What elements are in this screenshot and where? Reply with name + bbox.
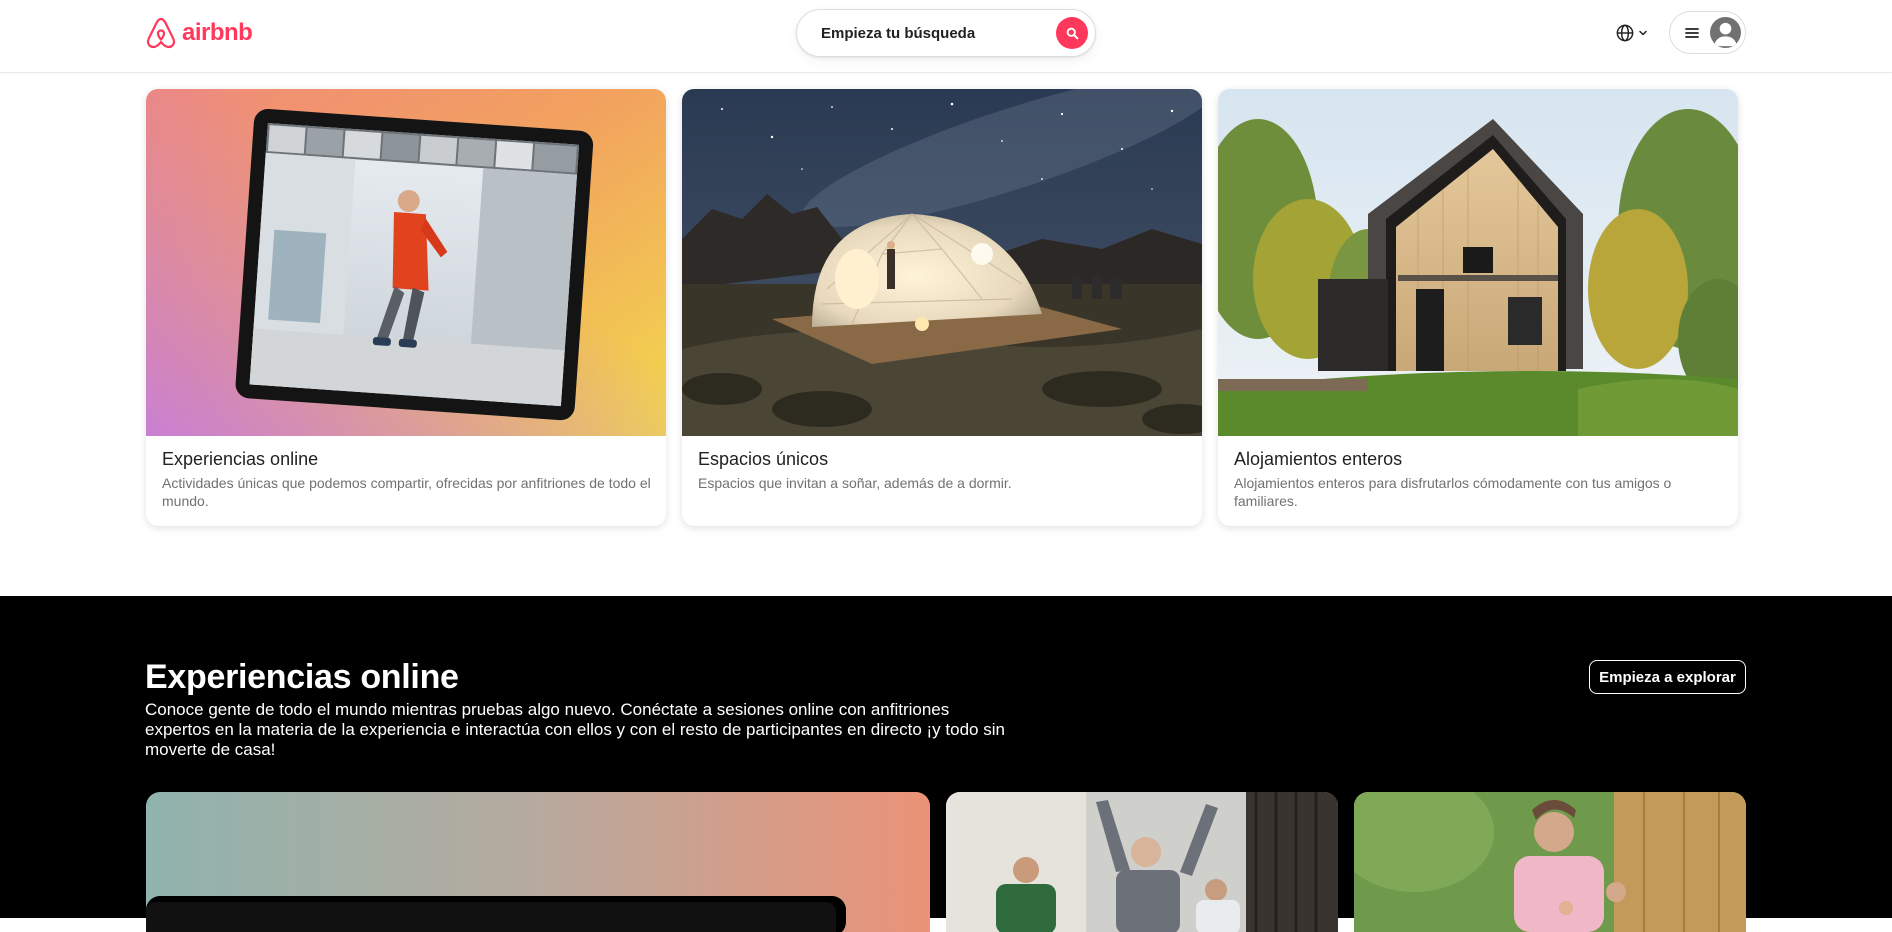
- card-unique-stays[interactable]: Espacios únicos Espacios que invitan a s…: [682, 89, 1202, 526]
- card-description: Alojamientos enteros para disfrutarlos c…: [1234, 475, 1672, 509]
- site-header: airbnb Empieza tu búsqueda: [0, 0, 1892, 73]
- category-cards: Experiencias online Actividades únicas q…: [146, 89, 1742, 526]
- language-button[interactable]: [1608, 18, 1656, 48]
- search-icon: [1066, 27, 1078, 39]
- experience-card[interactable]: [946, 792, 1338, 932]
- card-title: Experiencias online: [162, 449, 319, 469]
- airbnb-logo-icon: [146, 17, 176, 49]
- avatar: [1710, 17, 1741, 48]
- section-description: Conoce gente de todo el mundo mientras p…: [145, 700, 1005, 759]
- card-title: Alojamientos enteros: [1234, 449, 1403, 469]
- card-entire-homes[interactable]: Alojamientos enteros Alojamientos entero…: [1218, 89, 1738, 526]
- experience-card[interactable]: [1354, 792, 1746, 932]
- user-avatar-icon: [1713, 22, 1738, 47]
- card-image-entire-homes: [1218, 89, 1738, 436]
- chevron-down-icon: [1639, 30, 1647, 36]
- search-bar[interactable]: Empieza tu búsqueda: [796, 9, 1096, 57]
- card-description: Actividades únicas que podemos compartir…: [162, 475, 651, 509]
- search-placeholder: Empieza tu búsqueda: [821, 24, 976, 42]
- menu-icon: [1685, 27, 1699, 38]
- card-title: Espacios únicos: [698, 449, 829, 469]
- card-description: Espacios que invitan a soñar, además de …: [698, 475, 1012, 491]
- card-image-unique-stays: [682, 89, 1202, 436]
- section-title: Experiencias online: [145, 658, 459, 696]
- airbnb-logo[interactable]: airbnb: [145, 16, 253, 50]
- user-menu-button[interactable]: [1669, 11, 1746, 54]
- logo-wordmark: airbnb: [182, 19, 253, 46]
- search-button[interactable]: [1056, 17, 1088, 49]
- card-image-online-experiences: [146, 89, 666, 436]
- experience-card[interactable]: [146, 792, 930, 932]
- card-online-experiences[interactable]: Experiencias online Actividades únicas q…: [146, 89, 666, 526]
- explore-button[interactable]: Empieza a explorar: [1589, 660, 1746, 694]
- globe-icon: [1616, 24, 1634, 42]
- online-experiences-section: Experiencias online Conoce gente de todo…: [0, 596, 1892, 932]
